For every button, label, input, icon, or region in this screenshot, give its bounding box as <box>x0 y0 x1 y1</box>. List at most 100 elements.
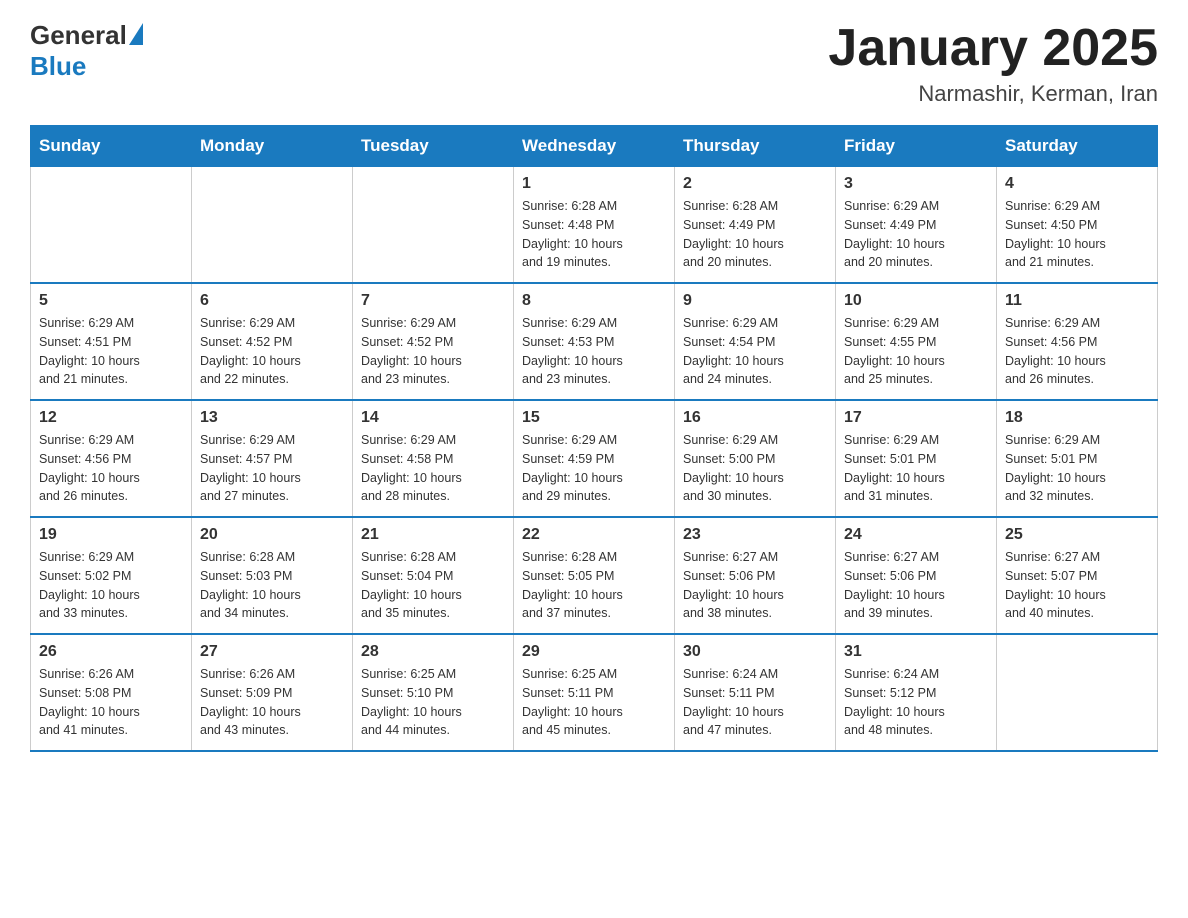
day-info: Sunrise: 6:29 AM Sunset: 5:01 PM Dayligh… <box>844 431 988 506</box>
calendar-day-cell: 6 Sunrise: 6:29 AM Sunset: 4:52 PM Daylig… <box>192 283 353 400</box>
logo: General Blue <box>30 20 143 82</box>
day-number: 8 <box>522 292 666 310</box>
calendar-day-cell: 12 Sunrise: 6:29 AM Sunset: 4:56 PM Dayli… <box>31 400 192 517</box>
calendar-day-cell: 21 Sunrise: 6:28 AM Sunset: 5:04 PM Dayli… <box>353 517 514 634</box>
day-of-week-header: Saturday <box>997 126 1158 167</box>
day-number: 6 <box>200 292 344 310</box>
calendar-week-row: 26Sunrise: 6:26 AM Sunset: 5:08 PM Dayli… <box>31 634 1158 751</box>
page-header: General Blue January 2025 Narmashir, Ker… <box>30 20 1158 107</box>
day-info: Sunrise: 6:29 AM Sunset: 5:00 PM Dayligh… <box>683 431 827 506</box>
day-info: Sunrise: 6:26 AM Sunset: 5:09 PM Dayligh… <box>200 665 344 740</box>
day-number: 21 <box>361 526 505 544</box>
day-info: Sunrise: 6:28 AM Sunset: 4:48 PM Dayligh… <box>522 197 666 272</box>
calendar-day-cell: 27 Sunrise: 6:26 AM Sunset: 5:09 PM Dayli… <box>192 634 353 751</box>
logo-blue: Blue <box>30 51 143 82</box>
day-info: Sunrise: 6:28 AM Sunset: 5:04 PM Dayligh… <box>361 548 505 623</box>
day-info: Sunrise: 6:29 AM Sunset: 5:02 PM Dayligh… <box>39 548 183 623</box>
calendar-day-cell: 14Sunrise: 6:29 AM Sunset: 4:58 PM Dayli… <box>353 400 514 517</box>
calendar-day-cell: 15 Sunrise: 6:29 AM Sunset: 4:59 PM Dayli… <box>514 400 675 517</box>
calendar-day-cell: 16 Sunrise: 6:29 AM Sunset: 5:00 PM Dayli… <box>675 400 836 517</box>
day-number: 14 <box>361 409 505 427</box>
day-of-week-header: Thursday <box>675 126 836 167</box>
calendar-table: SundayMondayTuesdayWednesdayThursdayFrid… <box>30 125 1158 752</box>
day-info: Sunrise: 6:28 AM Sunset: 4:49 PM Dayligh… <box>683 197 827 272</box>
calendar-day-cell: 18Sunrise: 6:29 AM Sunset: 5:01 PM Dayli… <box>997 400 1158 517</box>
day-number: 22 <box>522 526 666 544</box>
day-number: 4 <box>1005 175 1149 193</box>
day-number: 23 <box>683 526 827 544</box>
calendar-empty-cell <box>353 167 514 284</box>
calendar-header-row: SundayMondayTuesdayWednesdayThursdayFrid… <box>31 126 1158 167</box>
day-number: 16 <box>683 409 827 427</box>
day-number: 31 <box>844 643 988 661</box>
logo-triangle-icon <box>129 23 143 45</box>
title-block: January 2025 Narmashir, Kerman, Iran <box>828 20 1158 107</box>
day-number: 3 <box>844 175 988 193</box>
calendar-day-cell: 22 Sunrise: 6:28 AM Sunset: 5:05 PM Dayli… <box>514 517 675 634</box>
calendar-day-cell: 1Sunrise: 6:28 AM Sunset: 4:48 PM Daylig… <box>514 167 675 284</box>
calendar-day-cell: 10Sunrise: 6:29 AM Sunset: 4:55 PM Dayli… <box>836 283 997 400</box>
calendar-day-cell: 29 Sunrise: 6:25 AM Sunset: 5:11 PM Dayli… <box>514 634 675 751</box>
day-info: Sunrise: 6:24 AM Sunset: 5:12 PM Dayligh… <box>844 665 988 740</box>
calendar-title: January 2025 <box>828 20 1158 77</box>
day-number: 10 <box>844 292 988 310</box>
day-info: Sunrise: 6:28 AM Sunset: 5:03 PM Dayligh… <box>200 548 344 623</box>
day-info: Sunrise: 6:29 AM Sunset: 4:56 PM Dayligh… <box>39 431 183 506</box>
calendar-day-cell: 9Sunrise: 6:29 AM Sunset: 4:54 PM Daylig… <box>675 283 836 400</box>
day-info: Sunrise: 6:29 AM Sunset: 4:56 PM Dayligh… <box>1005 314 1149 389</box>
day-info: Sunrise: 6:29 AM Sunset: 4:50 PM Dayligh… <box>1005 197 1149 272</box>
logo-general: General <box>30 20 127 51</box>
day-info: Sunrise: 6:29 AM Sunset: 5:01 PM Dayligh… <box>1005 431 1149 506</box>
calendar-day-cell: 3 Sunrise: 6:29 AM Sunset: 4:49 PM Daylig… <box>836 167 997 284</box>
day-info: Sunrise: 6:26 AM Sunset: 5:08 PM Dayligh… <box>39 665 183 740</box>
day-of-week-header: Monday <box>192 126 353 167</box>
day-info: Sunrise: 6:25 AM Sunset: 5:11 PM Dayligh… <box>522 665 666 740</box>
day-number: 7 <box>361 292 505 310</box>
day-number: 5 <box>39 292 183 310</box>
calendar-week-row: 12 Sunrise: 6:29 AM Sunset: 4:56 PM Dayli… <box>31 400 1158 517</box>
day-number: 28 <box>361 643 505 661</box>
day-number: 20 <box>200 526 344 544</box>
calendar-week-row: 5 Sunrise: 6:29 AM Sunset: 4:51 PM Daylig… <box>31 283 1158 400</box>
day-number: 2 <box>683 175 827 193</box>
day-info: Sunrise: 6:27 AM Sunset: 5:07 PM Dayligh… <box>1005 548 1149 623</box>
calendar-day-cell: 5 Sunrise: 6:29 AM Sunset: 4:51 PM Daylig… <box>31 283 192 400</box>
day-info: Sunrise: 6:28 AM Sunset: 5:05 PM Dayligh… <box>522 548 666 623</box>
calendar-day-cell: 30 Sunrise: 6:24 AM Sunset: 5:11 PM Dayli… <box>675 634 836 751</box>
day-of-week-header: Tuesday <box>353 126 514 167</box>
day-number: 17 <box>844 409 988 427</box>
calendar-subtitle: Narmashir, Kerman, Iran <box>828 81 1158 107</box>
calendar-week-row: 1Sunrise: 6:28 AM Sunset: 4:48 PM Daylig… <box>31 167 1158 284</box>
calendar-day-cell: 31 Sunrise: 6:24 AM Sunset: 5:12 PM Dayli… <box>836 634 997 751</box>
calendar-day-cell: 4 Sunrise: 6:29 AM Sunset: 4:50 PM Daylig… <box>997 167 1158 284</box>
day-number: 19 <box>39 526 183 544</box>
calendar-day-cell: 13Sunrise: 6:29 AM Sunset: 4:57 PM Dayli… <box>192 400 353 517</box>
day-info: Sunrise: 6:29 AM Sunset: 4:51 PM Dayligh… <box>39 314 183 389</box>
day-number: 27 <box>200 643 344 661</box>
day-number: 15 <box>522 409 666 427</box>
calendar-day-cell: 2 Sunrise: 6:28 AM Sunset: 4:49 PM Daylig… <box>675 167 836 284</box>
day-info: Sunrise: 6:29 AM Sunset: 4:52 PM Dayligh… <box>200 314 344 389</box>
calendar-day-cell: 19 Sunrise: 6:29 AM Sunset: 5:02 PM Dayli… <box>31 517 192 634</box>
calendar-empty-cell <box>31 167 192 284</box>
day-number: 29 <box>522 643 666 661</box>
day-info: Sunrise: 6:29 AM Sunset: 4:54 PM Dayligh… <box>683 314 827 389</box>
day-number: 12 <box>39 409 183 427</box>
day-info: Sunrise: 6:24 AM Sunset: 5:11 PM Dayligh… <box>683 665 827 740</box>
day-of-week-header: Wednesday <box>514 126 675 167</box>
day-number: 25 <box>1005 526 1149 544</box>
day-info: Sunrise: 6:29 AM Sunset: 4:52 PM Dayligh… <box>361 314 505 389</box>
day-info: Sunrise: 6:25 AM Sunset: 5:10 PM Dayligh… <box>361 665 505 740</box>
calendar-empty-cell <box>997 634 1158 751</box>
day-info: Sunrise: 6:27 AM Sunset: 5:06 PM Dayligh… <box>844 548 988 623</box>
day-info: Sunrise: 6:27 AM Sunset: 5:06 PM Dayligh… <box>683 548 827 623</box>
day-number: 11 <box>1005 292 1149 310</box>
day-of-week-header: Sunday <box>31 126 192 167</box>
calendar-empty-cell <box>192 167 353 284</box>
day-info: Sunrise: 6:29 AM Sunset: 4:49 PM Dayligh… <box>844 197 988 272</box>
calendar-week-row: 19 Sunrise: 6:29 AM Sunset: 5:02 PM Dayli… <box>31 517 1158 634</box>
day-info: Sunrise: 6:29 AM Sunset: 4:59 PM Dayligh… <box>522 431 666 506</box>
day-number: 30 <box>683 643 827 661</box>
calendar-day-cell: 24Sunrise: 6:27 AM Sunset: 5:06 PM Dayli… <box>836 517 997 634</box>
day-number: 13 <box>200 409 344 427</box>
